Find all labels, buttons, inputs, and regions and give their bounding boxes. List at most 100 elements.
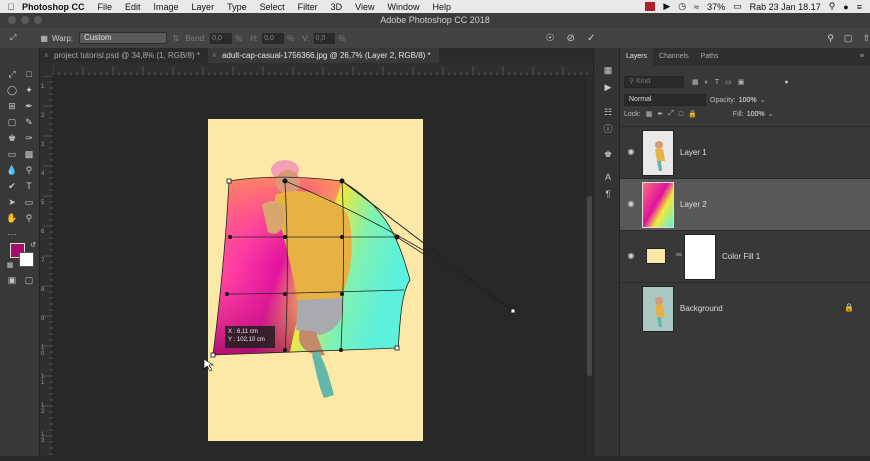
filter-toggle-icon[interactable]: ● (784, 79, 788, 86)
close-window-button[interactable] (8, 16, 16, 24)
actions-panel-icon[interactable]: ▶ (602, 81, 614, 93)
blend-mode-dropdown[interactable]: Normal (624, 94, 706, 106)
type-tool-icon[interactable]: T (22, 180, 36, 192)
wifi-icon[interactable]: ≈ (694, 2, 699, 12)
visibility-eye-icon[interactable]: ◉ (626, 251, 636, 261)
menu-layer[interactable]: Layer (192, 2, 215, 12)
marquee-tool-icon[interactable]: □ (22, 68, 36, 80)
clone-source-panel-icon[interactable]: ♚ (602, 148, 614, 160)
visibility-eye-icon[interactable]: ◉ (626, 199, 636, 209)
volume-icon[interactable]: ▶ (663, 1, 670, 12)
quick-select-tool-icon[interactable]: ✦ (22, 84, 36, 96)
tab-channels[interactable]: Channels (653, 48, 695, 66)
visibility-eye-icon[interactable]: ◉ (626, 147, 636, 157)
lock-artboard-icon[interactable]: □ (679, 111, 683, 118)
lock-image-icon[interactable]: ✒ (657, 110, 663, 118)
layer-kind-filter[interactable]: ⚲ Kind (624, 76, 684, 88)
layer-name[interactable]: Background (680, 304, 723, 313)
layer-name[interactable]: Color Fill 1 (722, 252, 760, 261)
menu-edit[interactable]: Edit (125, 2, 141, 12)
puppet-warp-icon[interactable]: ☉ (546, 33, 555, 44)
layer-row[interactable]: ◉ ∞ Color Fill 1 (620, 230, 870, 282)
apple-icon[interactable]:  (0, 2, 22, 12)
more-tools-icon[interactable]: ⋯ (5, 228, 19, 240)
filter-shape-icon[interactable]: ▭ (725, 78, 732, 86)
v-distortion-field[interactable]: 0,0 (313, 32, 336, 44)
time-machine-icon[interactable]: ◷ (678, 1, 686, 12)
fill-value[interactable]: 100% (747, 111, 765, 118)
paragraph-panel-icon[interactable]: ¶ (602, 188, 614, 200)
move-tool-options-icon[interactable]: ⤢ (10, 33, 16, 43)
opacity-value[interactable]: 100% (739, 97, 757, 104)
warp-style-dropdown[interactable]: Custom (79, 32, 167, 44)
panel-menu-icon[interactable]: ≡ (854, 48, 870, 66)
layer-row[interactable]: ◉ Layer 1 (620, 126, 870, 178)
share-icon[interactable]: ⇧ (862, 33, 870, 44)
filter-type-icon[interactable]: T (715, 79, 719, 86)
layer-name[interactable]: Layer 1 (680, 148, 707, 157)
warp-orientation-icon[interactable]: ⇅ (173, 34, 180, 43)
zoom-tool-icon[interactable]: ⚲ (22, 212, 36, 224)
filter-smart-object-icon[interactable]: ▣ (738, 78, 745, 86)
horizontal-ruler[interactable] (52, 63, 593, 76)
battery-icon[interactable]: ▭ (733, 1, 742, 12)
vertical-ruler[interactable]: 1 2 3 4 5 6 7 8 9 1 0 1 1 1 2 1 3 (40, 75, 53, 456)
character-panel-icon[interactable]: A (602, 171, 614, 183)
vertical-scrollbar[interactable] (586, 76, 593, 456)
history-brush-tool-icon[interactable]: ✑ (22, 132, 36, 144)
workspace-icon[interactable]: ▢ (844, 33, 853, 44)
menu-help[interactable]: Help (432, 2, 451, 12)
crop-tool-icon[interactable]: ⊞ (5, 100, 19, 112)
document-canvas[interactable] (53, 76, 586, 456)
close-tab-icon[interactable]: × (44, 48, 49, 63)
clock[interactable]: Rab 23 Jan 18.17 (750, 2, 821, 12)
swap-colors-icon[interactable]: ↺ (26, 240, 40, 252)
menu-view[interactable]: View (355, 2, 374, 12)
ruler-origin[interactable] (40, 63, 53, 76)
lock-position-icon[interactable]: ⤢ (668, 110, 674, 118)
eyedropper-tool-icon[interactable]: ✒ (22, 100, 36, 112)
frame-tool-icon[interactable]: ▢ (5, 116, 19, 128)
dodge-tool-icon[interactable]: ⚲ (22, 164, 36, 176)
layer-mask-thumbnail[interactable] (684, 234, 716, 280)
menu-type[interactable]: Type (227, 2, 247, 12)
cancel-transform-icon[interactable]: ⊘ (567, 33, 575, 44)
app-menu[interactable]: Photoshop CC (22, 2, 85, 12)
hand-tool-icon[interactable]: ✋ (5, 212, 19, 224)
lock-transparent-icon[interactable]: ▦ (646, 110, 653, 118)
tab-project-tutorial[interactable]: × project tutorisl.psd @ 34,8% (1, RGB/8… (40, 48, 208, 63)
scrollbar-thumb[interactable] (587, 196, 592, 376)
history-panel-icon[interactable]: ▦ (602, 64, 614, 76)
eraser-tool-icon[interactable]: ▭ (5, 148, 19, 160)
path-select-tool-icon[interactable]: ➤ (5, 196, 19, 208)
gradient-tool-icon[interactable]: ▩ (22, 148, 36, 160)
menu-window[interactable]: Window (387, 2, 419, 12)
shape-tool-icon[interactable]: ▭ (22, 196, 36, 208)
menu-select[interactable]: Select (260, 2, 285, 12)
tab-paths[interactable]: Paths (695, 48, 725, 66)
stamp-tool-icon[interactable]: ♚ (5, 132, 19, 144)
background-color-swatch[interactable] (19, 252, 34, 267)
default-colors-icon[interactable]: ▦ (3, 260, 17, 272)
quick-mask-icon[interactable]: ▣ (5, 274, 19, 286)
fill-dropdown-icon[interactable]: ⌄ (768, 110, 774, 118)
opacity-dropdown-icon[interactable]: ⌄ (760, 96, 766, 104)
close-tab-icon[interactable]: × (212, 48, 217, 63)
user-icon[interactable]: ● (843, 2, 848, 12)
filter-adjustment-icon[interactable]: ◐ (705, 79, 709, 86)
info-panel-icon[interactable]: ⓘ (602, 123, 614, 135)
h-distortion-field[interactable]: 0,0 (262, 32, 285, 44)
layer-name[interactable]: Layer 2 (680, 200, 707, 209)
menu-list-icon[interactable]: ≡ (857, 2, 862, 12)
tab-adult-cap-casual[interactable]: × adult-cap-casual-1756366.jpg @ 26,7% (… (207, 48, 439, 63)
commit-transform-icon[interactable]: ✓ (587, 33, 595, 44)
warp-tool-icon[interactable]: ▦ (40, 34, 48, 43)
link-icon[interactable]: ∞ (676, 250, 682, 259)
search-icon[interactable]: ⚲ (829, 1, 836, 12)
filter-pixel-icon[interactable]: ▦ (692, 78, 699, 86)
canvas-artwork[interactable] (53, 76, 586, 456)
menu-3d[interactable]: 3D (331, 2, 343, 12)
lock-all-icon[interactable]: 🔒 (688, 110, 697, 118)
move-tool-icon[interactable]: ⤢ (5, 68, 19, 80)
layer-row[interactable]: Background 🔒 (620, 282, 870, 334)
